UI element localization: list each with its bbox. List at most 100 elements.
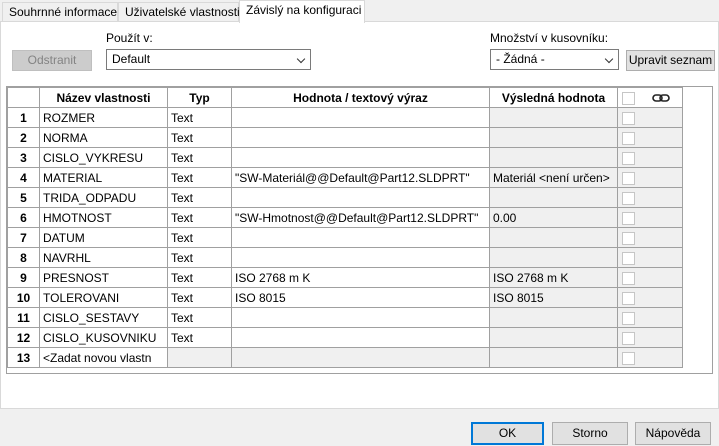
property-name-cell[interactable]: <Zadat novou vlastn [39,347,168,368]
select-all-checkbox[interactable] [622,91,636,105]
link-checkbox[interactable] [622,291,636,305]
row-number[interactable]: 4 [7,167,40,188]
property-name-cell[interactable]: TOLEROVANI [39,287,168,308]
property-name-cell[interactable]: MATERIAL [39,167,168,188]
property-type-cell[interactable]: Text [167,207,232,228]
table-row[interactable]: 11 CISLO_SESTAVY Text [7,307,683,328]
link-checkbox-cell[interactable] [617,187,640,208]
property-name-cell[interactable]: CISLO_KUSOVNIKU [39,327,168,348]
link-checkbox-cell[interactable] [617,287,640,308]
table-row[interactable]: 8 NAVRHL Text [7,247,683,268]
link-checkbox-cell[interactable] [617,207,640,228]
link-checkbox[interactable] [622,331,636,345]
link-checkbox[interactable] [622,351,636,365]
ok-button[interactable]: OK [471,422,544,445]
property-type-cell[interactable]: Text [167,187,232,208]
link-checkbox-cell[interactable] [617,127,640,148]
header-value[interactable]: Hodnota / textový výraz [231,87,490,108]
link-checkbox[interactable] [622,251,636,265]
table-row[interactable]: 6 HMOTNOST Text "SW-Hmotnost@@Default@Part1… [7,207,683,228]
link-checkbox-cell[interactable] [617,247,640,268]
property-value-cell[interactable] [231,327,490,348]
link-checkbox[interactable] [622,231,636,245]
table-row[interactable]: 10 TOLEROVANI Text ISO 8015 ISO 8015 [7,287,683,308]
property-value-cell[interactable]: ISO 8015 [231,287,490,308]
property-name-cell[interactable]: CISLO_VYKRESU [39,147,168,168]
link-checkbox[interactable] [622,151,636,165]
table-row[interactable]: 9 PRESNOST Text ISO 2768 m K ISO 2768 m K [7,267,683,288]
property-value-cell[interactable] [231,147,490,168]
link-checkbox[interactable] [622,271,636,285]
bom-quantity-dropdown[interactable]: - Žádná - [490,49,619,70]
property-name-cell[interactable]: ROZMER [39,107,168,128]
row-number[interactable]: 13 [7,347,40,368]
property-value-cell[interactable] [231,187,490,208]
link-checkbox[interactable] [622,131,636,145]
link-checkbox-cell[interactable] [617,147,640,168]
row-number[interactable]: 8 [7,247,40,268]
table-row[interactable]: 5 TRIDA_ODPADU Text [7,187,683,208]
link-checkbox-cell[interactable] [617,107,640,128]
delete-button[interactable]: Odstranit [12,50,92,71]
property-type-cell[interactable]: Text [167,327,232,348]
property-value-cell[interactable] [231,307,490,328]
property-name-cell[interactable]: DATUM [39,227,168,248]
property-name-cell[interactable]: PRESNOST [39,267,168,288]
row-number[interactable]: 5 [7,187,40,208]
property-name-cell[interactable]: NAVRHL [39,247,168,268]
row-number[interactable]: 9 [7,267,40,288]
table-row[interactable]: 12 CISLO_KUSOVNIKU Text [7,327,683,348]
link-checkbox[interactable] [622,111,636,125]
property-type-cell[interactable]: Text [167,287,232,308]
property-value-cell[interactable] [231,107,490,128]
property-name-cell[interactable]: TRIDA_ODPADU [39,187,168,208]
table-row[interactable]: 4 MATERIAL Text "SW-Materiál@@Default@Part1… [7,167,683,188]
tab-configuration-specific[interactable]: Závislý na konfiguraci [239,0,365,23]
property-value-cell[interactable] [231,127,490,148]
link-checkbox[interactable] [622,171,636,185]
table-row[interactable]: 3 CISLO_VYKRESU Text [7,147,683,168]
property-type-cell[interactable]: Text [167,307,232,328]
property-name-cell[interactable]: HMOTNOST [39,207,168,228]
link-checkbox[interactable] [622,211,636,225]
link-checkbox[interactable] [622,191,636,205]
link-checkbox-cell[interactable] [617,347,640,368]
property-type-cell[interactable]: Text [167,147,232,168]
row-number[interactable]: 6 [7,207,40,228]
property-value-cell[interactable] [231,227,490,248]
tab-custom-properties[interactable]: Uživatelské vlastnosti [118,2,240,22]
property-name-cell[interactable]: NORMA [39,127,168,148]
table-row[interactable]: 13 <Zadat novou vlastn [7,347,683,368]
property-type-cell[interactable] [167,347,232,368]
property-type-cell[interactable]: Text [167,107,232,128]
cancel-button[interactable]: Storno [552,422,628,445]
property-value-cell[interactable]: "SW-Hmotnost@@Default@Part12.SLDPRT" [231,207,490,228]
property-value-cell[interactable]: "SW-Materiál@@Default@Part12.SLDPRT" [231,167,490,188]
row-number[interactable]: 10 [7,287,40,308]
property-name-cell[interactable]: CISLO_SESTAVY [39,307,168,328]
link-checkbox-cell[interactable] [617,327,640,348]
property-type-cell[interactable]: Text [167,247,232,268]
row-number[interactable]: 1 [7,107,40,128]
link-checkbox-cell[interactable] [617,307,640,328]
row-number[interactable]: 2 [7,127,40,148]
row-number[interactable]: 12 [7,327,40,348]
link-checkbox-cell[interactable] [617,267,640,288]
tab-summary[interactable]: Souhrnné informace [2,2,118,22]
link-checkbox-cell[interactable] [617,227,640,248]
property-value-cell[interactable]: ISO 2768 m K [231,267,490,288]
header-name[interactable]: Název vlastnosti [39,87,168,108]
table-row[interactable]: 7 DATUM Text [7,227,683,248]
table-row[interactable]: 1 ROZMER Text [7,107,683,128]
property-value-cell[interactable] [231,247,490,268]
property-value-cell[interactable] [231,347,490,368]
property-type-cell[interactable]: Text [167,227,232,248]
header-result[interactable]: Výsledná hodnota [489,87,618,108]
row-number[interactable]: 3 [7,147,40,168]
header-type[interactable]: Typ [167,87,232,108]
link-checkbox[interactable] [622,311,636,325]
row-number[interactable]: 7 [7,227,40,248]
property-type-cell[interactable]: Text [167,167,232,188]
property-type-cell[interactable]: Text [167,267,232,288]
table-row[interactable]: 2 NORMA Text [7,127,683,148]
